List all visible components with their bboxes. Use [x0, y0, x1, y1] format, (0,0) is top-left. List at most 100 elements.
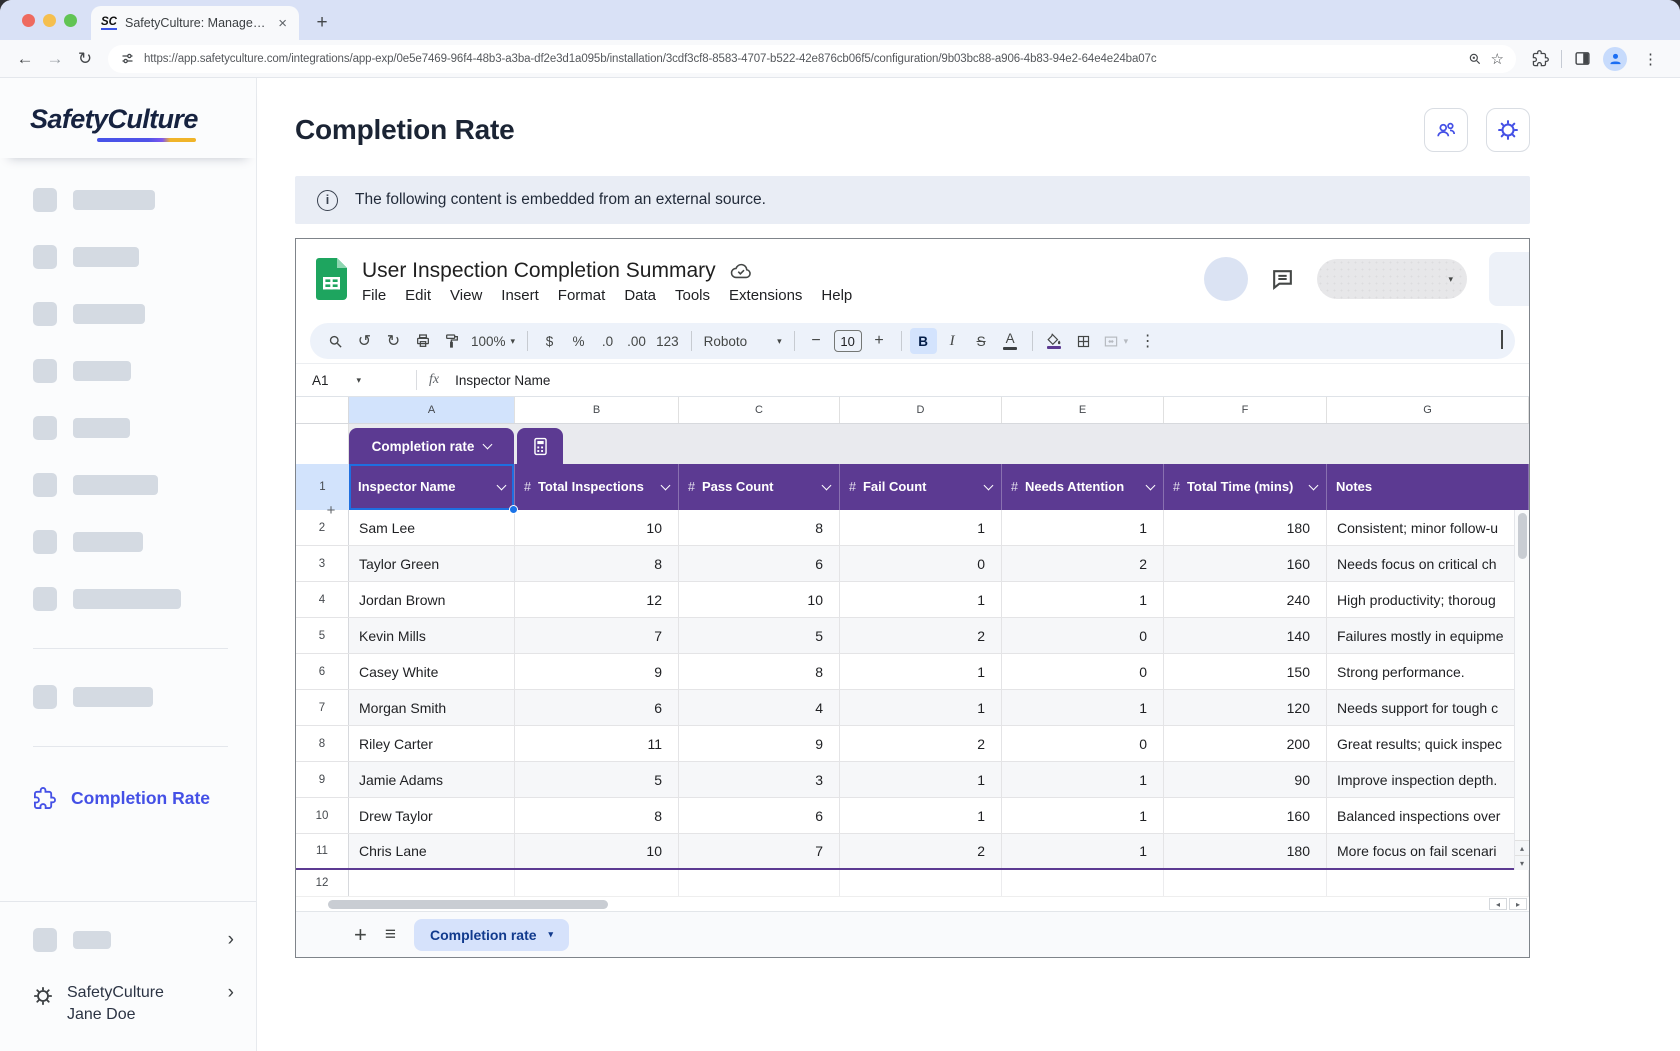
cell[interactable]: 11 [515, 726, 679, 761]
cell[interactable] [840, 870, 1002, 896]
comments-icon[interactable] [1270, 267, 1295, 292]
account-item[interactable]: SafetyCultureJane Doe › [33, 982, 234, 1027]
row-header[interactable]: 11 [296, 834, 349, 868]
font-select[interactable]: Roboto▾ [700, 328, 786, 354]
cell[interactable]: 0 [840, 546, 1002, 581]
row-header[interactable]: 5 [296, 618, 349, 653]
cell[interactable]: 10 [679, 582, 840, 617]
italic-button[interactable]: I [939, 328, 966, 354]
cell[interactable]: 8 [679, 510, 840, 545]
sidebar-bottom-skeleton[interactable]: › [33, 928, 234, 952]
font-size-input[interactable]: 10 [834, 330, 862, 352]
cell[interactable]: Strong performance. [1327, 654, 1529, 689]
column-header-E[interactable]: E [1002, 397, 1164, 423]
cell[interactable]: 0 [1002, 726, 1164, 761]
horizontal-scrollbar[interactable]: ◂ ▸ [296, 896, 1529, 911]
cell[interactable]: 8 [679, 654, 840, 689]
merge-cells-button[interactable]: ▾ [1099, 328, 1133, 354]
cell[interactable]: 1 [1002, 582, 1164, 617]
cell[interactable]: 6 [515, 690, 679, 725]
cell[interactable] [349, 870, 515, 896]
cell[interactable]: 240 [1164, 582, 1327, 617]
settings-button[interactable] [1486, 108, 1530, 152]
column-label-cell[interactable]: #Total Time (mins) [1164, 464, 1327, 510]
cell[interactable]: Jordan Brown [349, 582, 515, 617]
cell[interactable]: 1 [840, 690, 1002, 725]
menu-extensions[interactable]: Extensions [729, 287, 802, 304]
cell[interactable]: 160 [1164, 798, 1327, 833]
name-box[interactable]: A1▾ [312, 373, 404, 388]
manage-users-button[interactable] [1424, 108, 1468, 152]
increase-font-size-button[interactable]: + [866, 328, 893, 354]
table-name-chip[interactable]: Completion rate [349, 428, 514, 464]
column-label-cell[interactable]: #Total Inspections [515, 464, 679, 510]
cell[interactable] [515, 870, 679, 896]
cell[interactable]: Drew Taylor [349, 798, 515, 833]
cell[interactable]: High productivity; thoroug [1327, 582, 1529, 617]
cell[interactable]: 3 [679, 762, 840, 797]
vertical-scrollbar-thumb[interactable] [1518, 513, 1527, 559]
text-color-button[interactable]: A [997, 328, 1024, 354]
decrease-font-size-button[interactable]: − [803, 328, 830, 354]
cell[interactable]: 1 [1002, 834, 1164, 868]
menu-edit[interactable]: Edit [405, 287, 431, 304]
url-bar[interactable]: https://app.safetyculture.com/integratio… [108, 45, 1516, 73]
row-header[interactable]: 9 [296, 762, 349, 797]
extensions-icon[interactable] [1532, 50, 1549, 67]
cell[interactable]: 140 [1164, 618, 1327, 653]
column-header-F[interactable]: F [1164, 397, 1327, 423]
all-sheets-button[interactable]: ≡ [385, 924, 396, 946]
profile-avatar[interactable] [1603, 47, 1627, 71]
cell[interactable]: Needs support for tough c [1327, 690, 1529, 725]
cell[interactable]: Chris Lane [349, 834, 515, 868]
menu-view[interactable]: View [450, 287, 482, 304]
sidebar-item-completion-rate[interactable]: Completion Rate [33, 787, 256, 810]
cell[interactable]: 200 [1164, 726, 1327, 761]
cell[interactable]: Morgan Smith [349, 690, 515, 725]
column-label-cell[interactable]: #Fail Count [840, 464, 1002, 510]
cell[interactable]: 1 [840, 582, 1002, 617]
cell[interactable]: Great results; quick inspec [1327, 726, 1529, 761]
decrease-decimals-button[interactable]: .0 [594, 328, 621, 354]
horizontal-scrollbar-thumb[interactable] [328, 900, 608, 909]
cell[interactable]: 120 [1164, 690, 1327, 725]
cell[interactable]: 9 [679, 726, 840, 761]
spreadsheet-title[interactable]: User Inspection Completion Summary [362, 259, 716, 283]
window-close-button[interactable] [22, 14, 35, 27]
cell[interactable]: 4 [679, 690, 840, 725]
cell[interactable] [679, 870, 840, 896]
window-fullscreen-button[interactable] [64, 14, 77, 27]
cell[interactable]: Consistent; minor follow-u [1327, 510, 1529, 545]
select-all-corner[interactable] [296, 397, 349, 423]
share-button-placeholder[interactable]: ▾ [1317, 259, 1467, 299]
reload-button[interactable]: ↻ [70, 44, 100, 74]
scroll-right-button[interactable]: ▸ [1509, 898, 1527, 910]
cell[interactable] [1327, 870, 1529, 896]
collapse-toolbar-button[interactable] [1501, 332, 1503, 350]
forward-button[interactable]: → [40, 44, 70, 74]
column-header-A[interactable]: A [349, 397, 515, 423]
cell[interactable]: 7 [515, 618, 679, 653]
row-header[interactable]: 4 [296, 582, 349, 617]
back-button[interactable]: ← [10, 44, 40, 74]
cell[interactable]: Jamie Adams [349, 762, 515, 797]
cell[interactable]: 2 [840, 726, 1002, 761]
cell[interactable]: 1 [840, 654, 1002, 689]
strikethrough-button[interactable]: S [968, 328, 995, 354]
table-tools-chip[interactable] [517, 428, 563, 464]
cell[interactable]: 1 [840, 798, 1002, 833]
cell[interactable]: 180 [1164, 834, 1327, 868]
cell[interactable]: 12 [515, 582, 679, 617]
cell[interactable]: Sam Lee [349, 510, 515, 545]
cell[interactable]: 90 [1164, 762, 1327, 797]
cell[interactable]: Balanced inspections over [1327, 798, 1529, 833]
cell[interactable]: 9 [515, 654, 679, 689]
column-header-G[interactable]: G [1327, 397, 1529, 423]
zoom-select[interactable]: 100%▾ [467, 328, 519, 354]
cell[interactable]: 160 [1164, 546, 1327, 581]
column-header-B[interactable]: B [515, 397, 679, 423]
tab-close-icon[interactable]: × [276, 15, 289, 32]
scroll-up-button[interactable]: ▴ [1515, 840, 1529, 855]
menu-data[interactable]: Data [624, 287, 656, 304]
column-label-cell[interactable]: #Needs Attention [1002, 464, 1164, 510]
